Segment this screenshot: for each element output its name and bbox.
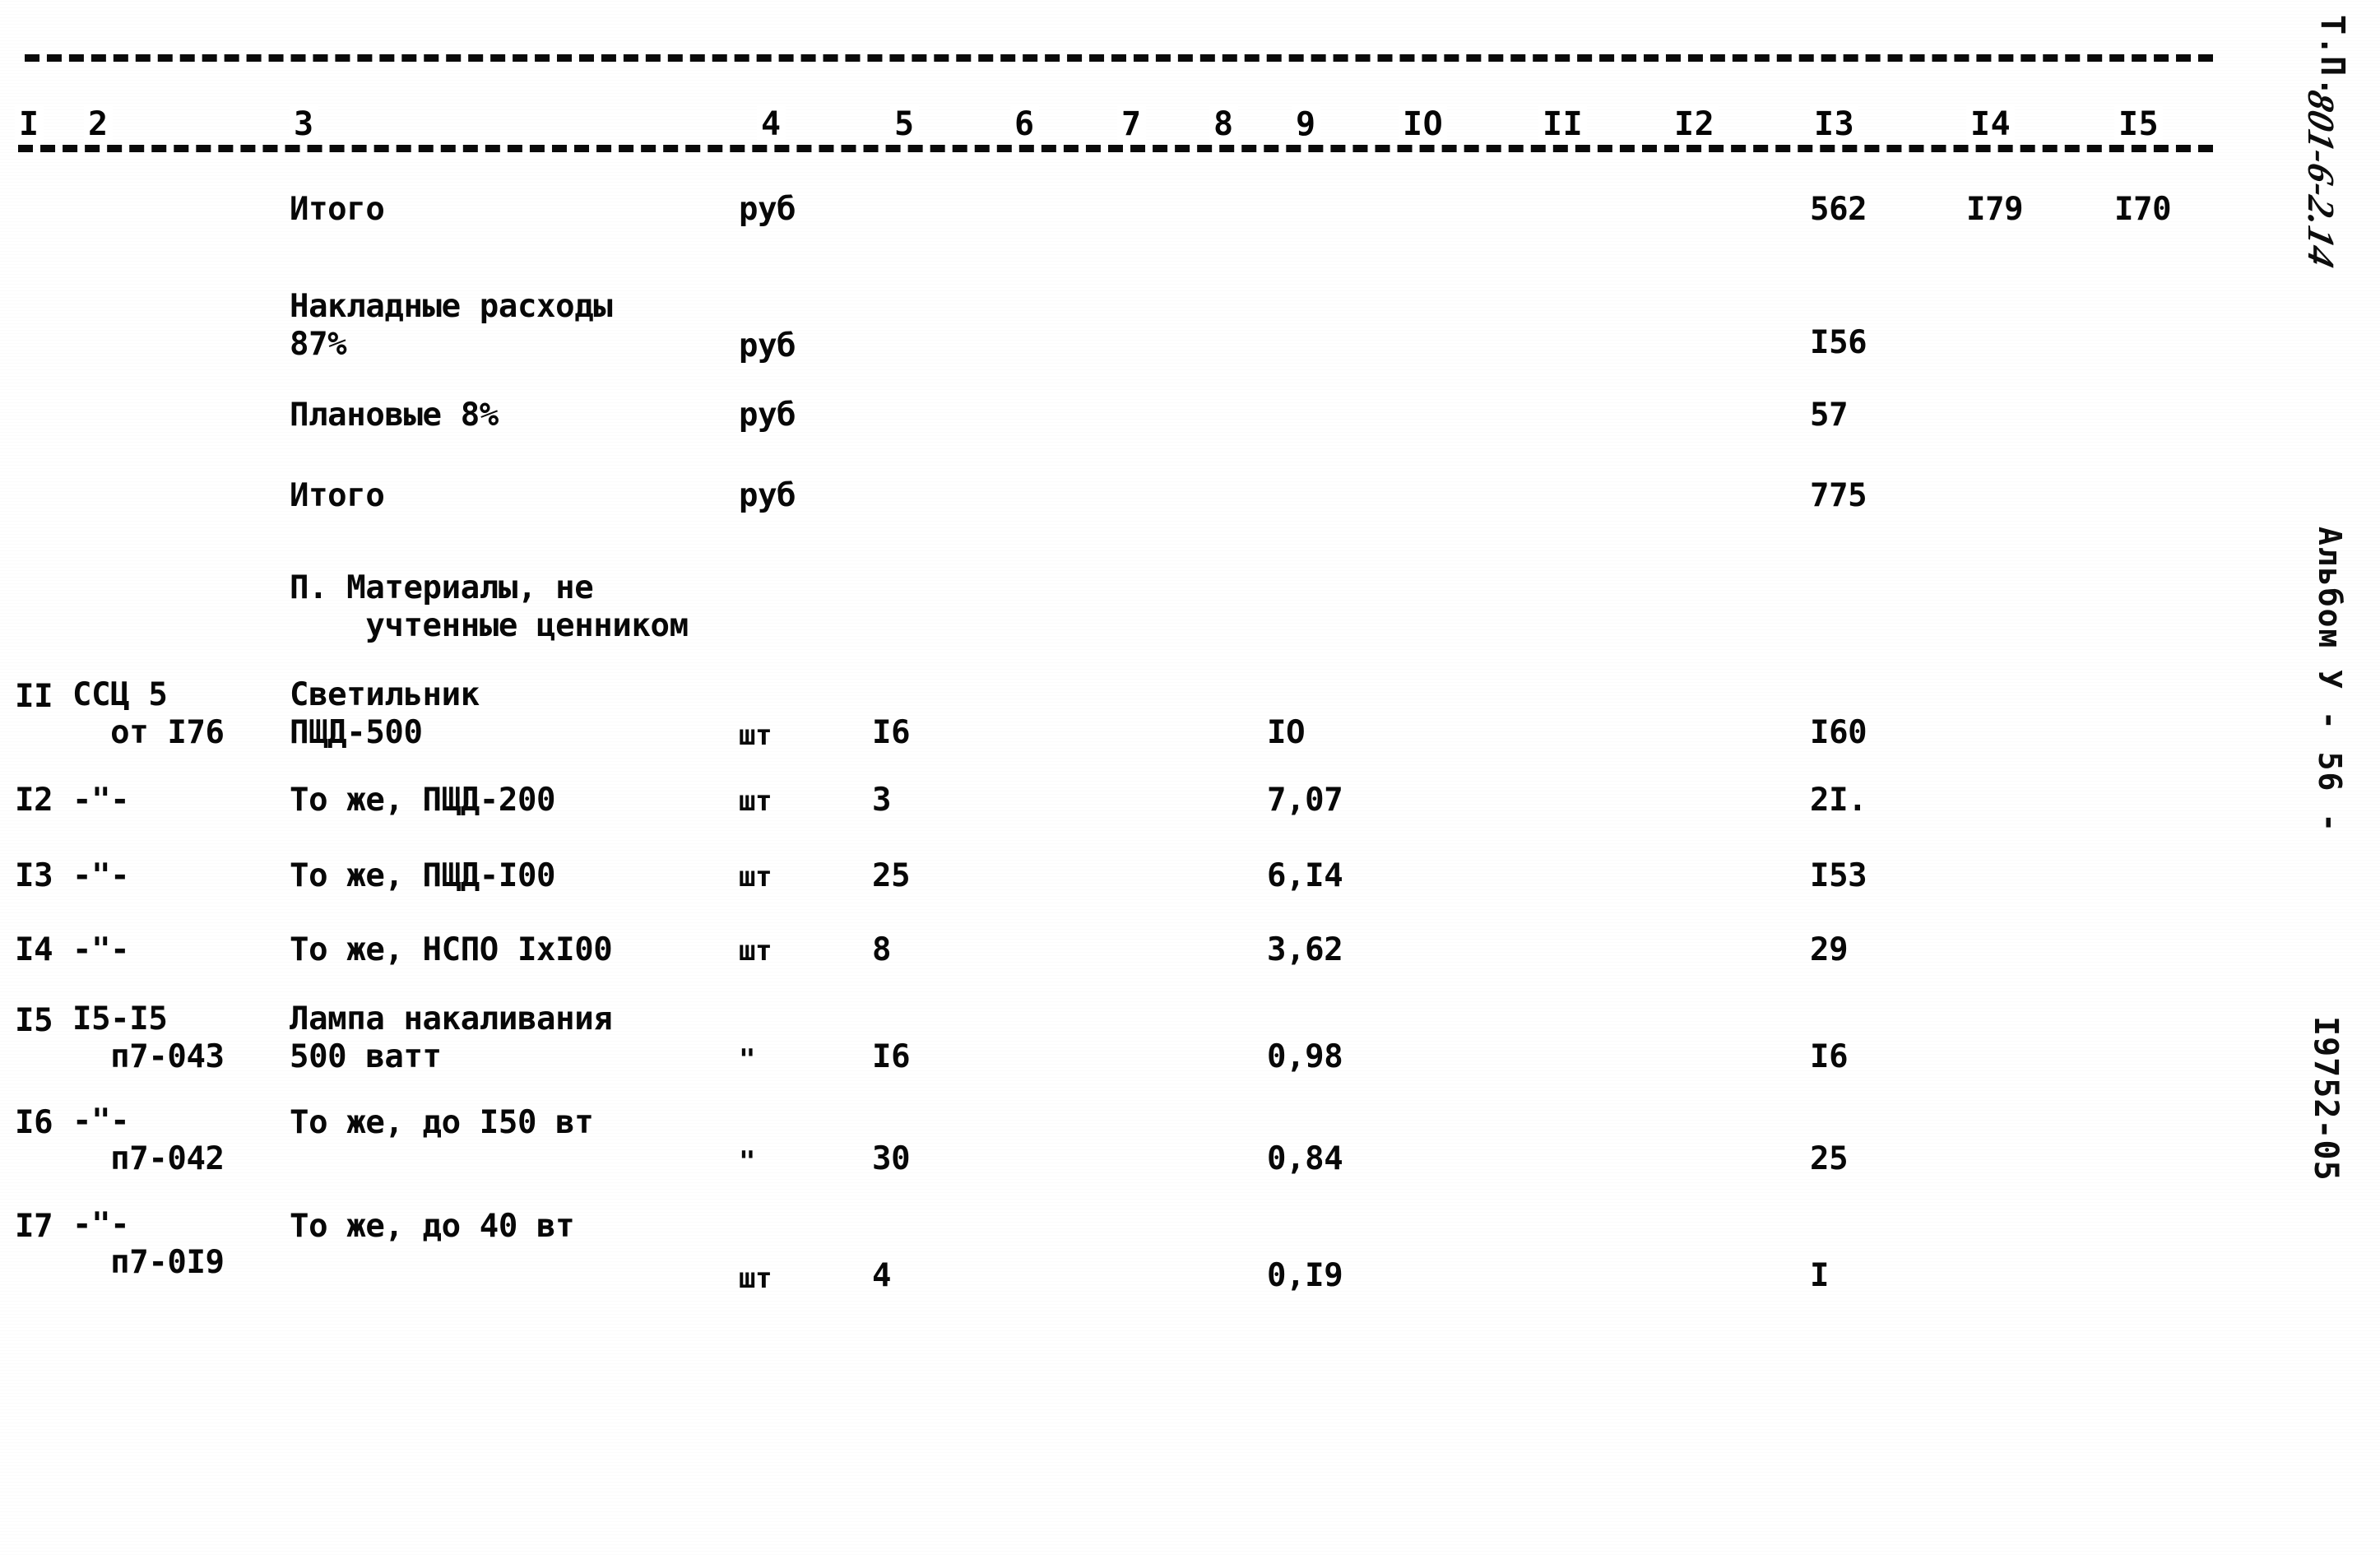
row-quantity: 8	[872, 931, 892, 968]
table-top-rule	[25, 54, 2213, 62]
column-number-14: I4	[1966, 105, 2016, 143]
row-unit: шт	[739, 935, 772, 968]
row-total-13: 562	[1810, 191, 1867, 228]
row-quantity: I6	[872, 1038, 911, 1075]
row-total-13: I60	[1810, 714, 1867, 751]
row-name: Итого	[290, 477, 385, 514]
column-number-12: I2	[1670, 105, 1719, 143]
row-total-13: I6	[1810, 1038, 1849, 1075]
row-position: II	[15, 678, 53, 715]
row-code: -"-	[72, 782, 130, 819]
row-unit: шт	[739, 861, 772, 894]
row-position: I7	[15, 1208, 53, 1245]
column-number-15: I5	[2114, 105, 2164, 143]
column-number-11: II	[1538, 105, 1588, 143]
column-number-10: IO	[1399, 105, 1448, 143]
row-quantity: 25	[872, 857, 911, 894]
scan-grain-overlay	[0, 0, 2380, 1555]
row-total-13: I53	[1810, 857, 1867, 894]
row-name: Светильник ПЩД-500	[290, 676, 480, 751]
row-unit: "	[739, 1145, 756, 1178]
row-code: ССЦ 5 от I76	[72, 676, 225, 751]
row-quantity: 4	[872, 1257, 892, 1294]
row-unit-price: 0,98	[1267, 1038, 1343, 1075]
row-position: I6	[15, 1104, 53, 1141]
row-total-13: 775	[1810, 477, 1867, 514]
row-quantity: I6	[872, 714, 911, 751]
row-name: Плановые 8%	[290, 397, 499, 434]
row-code: -"-	[72, 931, 130, 968]
row-name: То же, НСПО IxI00	[290, 931, 613, 968]
row-unit: шт	[739, 1262, 772, 1295]
row-total-13: 2I.	[1810, 782, 1867, 819]
column-number-4: 4	[757, 105, 786, 143]
row-total-14: I79	[1966, 191, 2024, 228]
handwritten-project-code: 801-6-2.14	[2300, 86, 2342, 272]
row-total-13: 25	[1810, 1140, 1849, 1177]
column-number-6: 6	[1010, 105, 1039, 143]
row-total-13: 57	[1810, 397, 1849, 434]
row-name: То же, до 40 вт	[290, 1208, 575, 1245]
column-number-1: I	[15, 105, 44, 143]
row-unit-price: 7,07	[1267, 782, 1343, 819]
column-number-5: 5	[890, 105, 919, 143]
row-total-15: I70	[2114, 191, 2172, 228]
row-code: I5-I5 п7-043	[72, 1000, 225, 1075]
row-code: -"-	[72, 857, 130, 894]
row-unit-price: 0,I9	[1267, 1257, 1343, 1294]
row-position: I4	[15, 931, 53, 968]
document-number-label: I9752-05	[2307, 1016, 2345, 1181]
type-designation-label: Т.П.	[2313, 15, 2351, 98]
column-number-9: 9	[1292, 105, 1320, 143]
row-unit-price: IO	[1267, 714, 1306, 751]
column-number-13: I3	[1810, 105, 1859, 143]
row-name: Накладные расходы 87%	[290, 288, 613, 363]
column-header-rule	[18, 145, 2213, 152]
column-number-3: 3	[290, 105, 318, 143]
row-position: I3	[15, 857, 53, 894]
row-name: Итого	[290, 191, 385, 228]
right-margin-annotations: Т.П. 801-6-2.14 Альбом У - 56 - I9752-05	[2246, 0, 2380, 1555]
row-quantity: 3	[872, 782, 892, 819]
column-number-7: 7	[1117, 105, 1146, 143]
album-label: Альбом У - 56 -	[2312, 527, 2348, 834]
row-unit: шт	[739, 785, 772, 818]
row-unit: руб	[739, 397, 796, 434]
column-header-row: I 2 3 4 5 6 7 8 9 IO II I2 I3 I4 I5	[0, 105, 2238, 156]
row-total-13: I	[1810, 1257, 1830, 1294]
column-number-2: 2	[84, 105, 113, 143]
row-name: То же, до I50 вт	[290, 1104, 594, 1141]
row-unit-price: 6,I4	[1267, 857, 1343, 894]
row-unit: руб	[739, 327, 796, 364]
row-code: -"- п7-0I9	[72, 1206, 225, 1281]
row-unit: руб	[739, 477, 796, 514]
column-number-8: 8	[1209, 105, 1238, 143]
row-quantity: 30	[872, 1140, 911, 1177]
row-unit-price: 0,84	[1267, 1140, 1343, 1177]
row-name: Лампа накаливания 500 ватт	[290, 1000, 613, 1075]
row-position: I5	[15, 1002, 53, 1039]
row-unit-price: 3,62	[1267, 931, 1343, 968]
row-unit: шт	[739, 719, 772, 752]
row-code: -"- п7-042	[72, 1102, 225, 1177]
document-page: I 2 3 4 5 6 7 8 9 IO II I2 I3 I4 I5 Итог…	[0, 0, 2380, 1555]
row-unit: руб	[739, 191, 796, 228]
section-heading: П. Материалы, не учтенные ценником	[290, 569, 689, 644]
row-position: I2	[15, 782, 53, 819]
row-total-13: 29	[1810, 931, 1849, 968]
row-total-13: I56	[1810, 324, 1867, 361]
row-name: То же, ПЩД-200	[290, 782, 556, 819]
row-unit: "	[739, 1043, 756, 1076]
row-name: То же, ПЩД-I00	[290, 857, 556, 894]
